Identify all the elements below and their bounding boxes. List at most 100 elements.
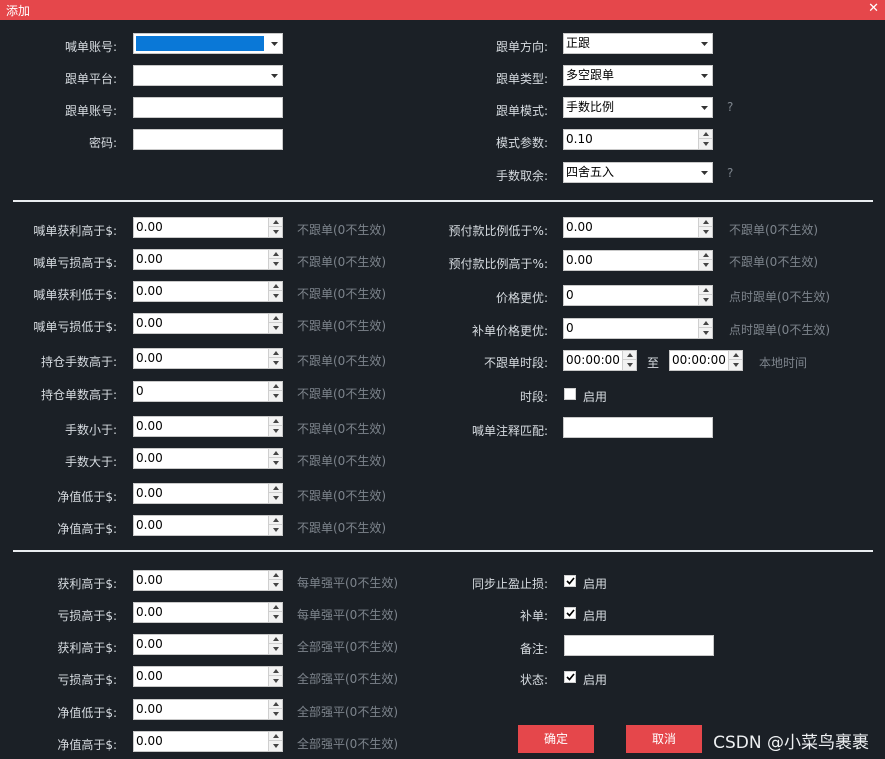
spin-buttons[interactable]	[698, 251, 712, 270]
chevron-down-icon[interactable]	[696, 34, 712, 53]
spin-up-icon[interactable]	[269, 635, 282, 644]
caller-account-select[interactable]	[133, 33, 283, 54]
spin-buttons[interactable]	[268, 250, 282, 269]
refill-checkbox[interactable]	[564, 607, 576, 619]
period-checkbox[interactable]	[564, 388, 576, 400]
spin-down-icon[interactable]	[269, 493, 282, 502]
direction-select[interactable]: 正跟	[563, 33, 713, 54]
spin-up-icon[interactable]	[269, 484, 282, 493]
spin-buttons[interactable]	[268, 349, 282, 368]
filter-row-spinbox[interactable]: 0.00	[133, 249, 283, 270]
spin-down-icon[interactable]	[269, 676, 282, 685]
password-input[interactable]	[133, 129, 283, 150]
chevron-down-icon[interactable]	[266, 66, 282, 85]
spin-buttons[interactable]	[268, 382, 282, 401]
prepay-low-spinbox[interactable]: 0.00	[563, 217, 713, 238]
time-from-spinbox[interactable]: 00:00:00	[563, 350, 637, 371]
close-row-spinbox[interactable]: 0.00	[133, 602, 283, 623]
spin-buttons[interactable]	[268, 516, 282, 535]
spin-up-icon[interactable]	[699, 218, 712, 227]
spin-up-icon[interactable]	[699, 286, 712, 295]
spin-down-icon[interactable]	[269, 580, 282, 589]
filter-row-spinbox[interactable]: 0	[133, 381, 283, 402]
spin-down-icon[interactable]	[269, 291, 282, 300]
status-checkbox[interactable]	[564, 671, 576, 683]
spin-up-icon[interactable]	[269, 382, 282, 391]
filter-row-spinbox[interactable]: 0.00	[133, 515, 283, 536]
spin-up-icon[interactable]	[699, 130, 712, 139]
spin-up-icon[interactable]	[269, 349, 282, 358]
spin-down-icon[interactable]	[699, 295, 712, 304]
ok-button[interactable]: 确定	[518, 725, 594, 753]
close-icon[interactable]: ✕	[868, 1, 879, 16]
chevron-down-icon[interactable]	[696, 66, 712, 85]
note-input[interactable]	[564, 635, 714, 656]
spin-buttons[interactable]	[268, 732, 282, 751]
spin-down-icon[interactable]	[269, 391, 282, 400]
spin-up-icon[interactable]	[269, 732, 282, 741]
chevron-down-icon[interactable]	[696, 163, 712, 182]
spin-down-icon[interactable]	[269, 709, 282, 718]
spin-buttons[interactable]	[698, 286, 712, 305]
spin-up-icon[interactable]	[269, 571, 282, 580]
spin-down-icon[interactable]	[269, 525, 282, 534]
spin-up-icon[interactable]	[269, 314, 282, 323]
spin-buttons[interactable]	[268, 417, 282, 436]
filter-row-spinbox[interactable]: 0.00	[133, 217, 283, 238]
spin-up-icon[interactable]	[269, 700, 282, 709]
spin-buttons[interactable]	[268, 635, 282, 654]
spin-up-icon[interactable]	[269, 667, 282, 676]
spin-down-icon[interactable]	[269, 644, 282, 653]
mode-select[interactable]: 手数比例	[563, 97, 713, 118]
spin-down-icon[interactable]	[623, 360, 636, 369]
spin-buttons[interactable]	[698, 218, 712, 237]
type-select[interactable]: 多空跟单	[563, 65, 713, 86]
filter-row-spinbox[interactable]: 0.00	[133, 348, 283, 369]
spin-buttons[interactable]	[268, 484, 282, 503]
filter-row-spinbox[interactable]: 0.00	[133, 448, 283, 469]
chevron-down-icon[interactable]	[696, 98, 712, 117]
spin-up-icon[interactable]	[269, 603, 282, 612]
spin-up-icon[interactable]	[269, 250, 282, 259]
spin-buttons[interactable]	[268, 603, 282, 622]
spin-down-icon[interactable]	[269, 612, 282, 621]
close-row-spinbox[interactable]: 0.00	[133, 570, 283, 591]
close-row-spinbox[interactable]: 0.00	[133, 699, 283, 720]
spin-down-icon[interactable]	[699, 139, 712, 148]
spin-buttons[interactable]	[268, 282, 282, 301]
comment-match-input[interactable]	[563, 417, 713, 438]
close-row-spinbox[interactable]: 0.00	[133, 666, 283, 687]
filter-row-spinbox[interactable]: 0.00	[133, 416, 283, 437]
mode-help-icon[interactable]: ?	[727, 100, 733, 114]
spin-up-icon[interactable]	[269, 417, 282, 426]
follow-platform-select[interactable]	[133, 65, 283, 86]
spin-buttons[interactable]	[268, 667, 282, 686]
spin-down-icon[interactable]	[269, 227, 282, 236]
spin-buttons[interactable]	[268, 700, 282, 719]
chevron-down-icon[interactable]	[266, 34, 282, 53]
spin-down-icon[interactable]	[269, 458, 282, 467]
price-better-spinbox[interactable]: 0	[563, 285, 713, 306]
spin-down-icon[interactable]	[269, 323, 282, 332]
spin-buttons[interactable]	[698, 130, 712, 149]
filter-row-spinbox[interactable]: 0.00	[133, 313, 283, 334]
spin-buttons[interactable]	[698, 319, 712, 338]
time-to-spinbox[interactable]: 00:00:00	[669, 350, 743, 371]
sync-sltp-checkbox[interactable]	[564, 575, 576, 587]
spin-up-icon[interactable]	[699, 251, 712, 260]
spin-buttons[interactable]	[268, 218, 282, 237]
spin-down-icon[interactable]	[269, 426, 282, 435]
param-spinbox[interactable]: 0.10	[563, 129, 713, 150]
spin-buttons[interactable]	[728, 351, 742, 370]
spin-up-icon[interactable]	[269, 282, 282, 291]
spin-down-icon[interactable]	[729, 360, 742, 369]
spin-up-icon[interactable]	[623, 351, 636, 360]
spin-buttons[interactable]	[268, 449, 282, 468]
cancel-button[interactable]: 取消	[626, 725, 702, 753]
close-row-spinbox[interactable]: 0.00	[133, 634, 283, 655]
spin-down-icon[interactable]	[699, 227, 712, 236]
follow-account-input[interactable]	[133, 97, 283, 118]
spin-buttons[interactable]	[268, 314, 282, 333]
spin-buttons[interactable]	[622, 351, 636, 370]
filter-row-spinbox[interactable]: 0.00	[133, 281, 283, 302]
